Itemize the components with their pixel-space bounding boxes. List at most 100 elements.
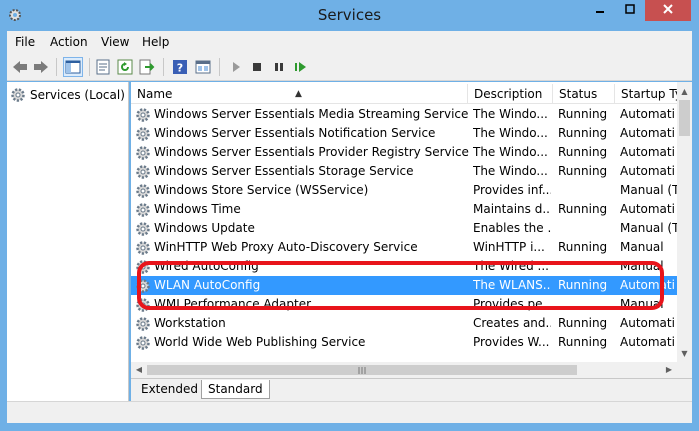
table-row[interactable]: Windows Server Essentials Notification S…	[131, 124, 677, 143]
help-button[interactable]: ?	[170, 57, 190, 77]
properties-icon	[96, 59, 110, 75]
pause-service-button[interactable]	[269, 57, 289, 77]
service-status: Running	[558, 126, 608, 140]
toolbar-separator	[219, 58, 220, 76]
console-tree: Services (Local)	[7, 82, 129, 401]
console-tree-icon	[65, 60, 81, 74]
gear-icon	[136, 202, 150, 217]
service-name: Wired AutoConfig	[154, 259, 259, 273]
table-row[interactable]: Workstation Creates and... Running Automati	[131, 314, 677, 333]
table-row[interactable]: WLAN AutoConfig The WLANS... Running Automa…	[131, 276, 677, 295]
service-status	[558, 295, 618, 314]
service-description: The Wired ...	[473, 259, 549, 273]
service-description: WinHTTP i...	[473, 240, 545, 254]
service-status	[558, 219, 618, 238]
service-name-cell: Wired AutoConfig	[135, 257, 471, 276]
close-icon	[663, 4, 673, 14]
menu-action[interactable]: Action	[50, 35, 88, 49]
column-header-startup-type[interactable]: Startup Ty	[615, 84, 677, 104]
table-row[interactable]: Wired AutoConfig The Wired ... Manual	[131, 257, 677, 276]
service-startup-type: Manual (T	[620, 221, 680, 235]
service-name-cell: Windows Time	[135, 200, 471, 219]
list-header: Name ▲ Description Status Startup Ty	[131, 84, 692, 104]
service-name-cell: Windows Update	[135, 219, 471, 238]
service-name-cell: WLAN AutoConfig	[135, 276, 471, 295]
start-service-button[interactable]	[226, 57, 246, 77]
service-name: Windows Store Service (WSService)	[154, 183, 369, 197]
table-row[interactable]: Windows Server Essentials Provider Regis…	[131, 143, 677, 162]
table-row[interactable]: Windows Update Enables the ... Manual (T	[131, 219, 680, 238]
table-row[interactable]: World Wide Web Publishing Service Provide…	[131, 333, 677, 352]
service-name: Windows Server Essentials Media Streamin…	[154, 107, 469, 121]
service-name: World Wide Web Publishing Service	[154, 335, 366, 349]
service-startup-type: Manual	[620, 259, 664, 273]
sort-ascending-icon: ▲	[295, 89, 302, 99]
export-list-button[interactable]	[137, 57, 157, 77]
tree-item-services-local[interactable]: Services (Local)	[10, 87, 125, 103]
column-header-name[interactable]: Name ▲	[131, 84, 468, 104]
menu-view[interactable]: View	[101, 35, 129, 49]
service-name-cell: WinHTTP Web Proxy Auto-Discovery Service	[135, 238, 471, 257]
properties-button[interactable]	[93, 57, 113, 77]
minimize-button[interactable]	[585, 0, 615, 21]
gear-icon	[136, 221, 150, 236]
vertical-scroll-thumb[interactable]	[679, 100, 690, 136]
play-icon	[233, 62, 240, 72]
minimize-icon	[596, 11, 604, 13]
restart-service-button[interactable]	[291, 57, 311, 77]
service-description: Enables the ...	[473, 221, 551, 235]
service-startup-type: Automati	[620, 107, 675, 121]
scroll-right-button[interactable]: ▶	[661, 362, 677, 378]
mmc-button[interactable]	[193, 57, 213, 77]
service-name: WinHTTP Web Proxy Auto-Discovery Service	[154, 240, 418, 254]
horizontal-scroll-thumb[interactable]	[147, 365, 577, 375]
table-row[interactable]: Windows Server Essentials Media Streamin…	[131, 105, 677, 124]
gear-icon	[136, 259, 150, 274]
vertical-scrollbar[interactable]: ▲ ▼	[677, 82, 692, 362]
title-bar[interactable]: Services	[0, 0, 699, 30]
tab-extended[interactable]: Extended	[135, 380, 204, 399]
service-name: WMI Performance Adapter	[154, 297, 312, 311]
service-name-cell: Windows Server Essentials Notification S…	[135, 124, 471, 143]
service-startup-type: Manual	[620, 240, 664, 254]
refresh-button[interactable]	[115, 57, 135, 77]
service-status: Running	[558, 335, 608, 349]
back-button[interactable]	[10, 57, 30, 77]
horizontal-scrollbar[interactable]: ◀ ▶	[131, 362, 677, 378]
column-header-description[interactable]: Description	[468, 84, 553, 104]
table-row[interactable]: Windows Server Essentials Storage Servic…	[131, 162, 677, 181]
services-list: Name ▲ Description Status Startup Ty Win…	[131, 82, 692, 378]
gear-icon	[136, 316, 150, 331]
menu-help[interactable]: Help	[142, 35, 169, 49]
column-header-status[interactable]: Status	[553, 84, 615, 104]
forward-button[interactable]	[31, 57, 51, 77]
services-gear-icon	[11, 88, 25, 102]
stop-service-button[interactable]	[247, 57, 267, 77]
service-startup-type: Manual	[620, 297, 664, 311]
service-name-cell: Windows Store Service (WSService)	[135, 181, 471, 200]
table-row[interactable]: WMI Performance Adapter Provides pe... Man…	[131, 295, 677, 314]
show-hide-console-tree-button[interactable]	[63, 57, 83, 77]
gear-icon	[136, 335, 150, 350]
gear-icon	[136, 107, 150, 122]
table-row[interactable]: WinHTTP Web Proxy Auto-Discovery Service…	[131, 238, 677, 257]
service-description: Provides pe...	[473, 297, 551, 311]
service-status: Running	[558, 240, 608, 254]
menu-file[interactable]: File	[15, 35, 35, 49]
maximize-button[interactable]	[615, 0, 645, 21]
service-status: Running	[558, 164, 608, 178]
view-tabs: Extended Standard	[131, 378, 692, 401]
service-description: The Windo...	[473, 164, 548, 178]
toolbar-separator	[89, 58, 90, 76]
scroll-up-button[interactable]: ▲	[677, 84, 692, 100]
table-row[interactable]: Windows Time Maintains d... Running Automat…	[131, 200, 677, 219]
gear-icon	[136, 240, 150, 255]
close-button[interactable]	[645, 0, 691, 21]
scroll-left-button[interactable]: ◀	[131, 362, 147, 378]
table-row[interactable]: Windows Store Service (WSService) Provide…	[131, 181, 680, 200]
scroll-down-button[interactable]: ▼	[677, 346, 692, 362]
tab-standard[interactable]: Standard	[201, 380, 270, 399]
service-name-cell: Windows Server Essentials Provider Regis…	[135, 143, 471, 162]
service-startup-type: Manual (T	[620, 183, 680, 197]
gear-icon	[136, 164, 150, 179]
